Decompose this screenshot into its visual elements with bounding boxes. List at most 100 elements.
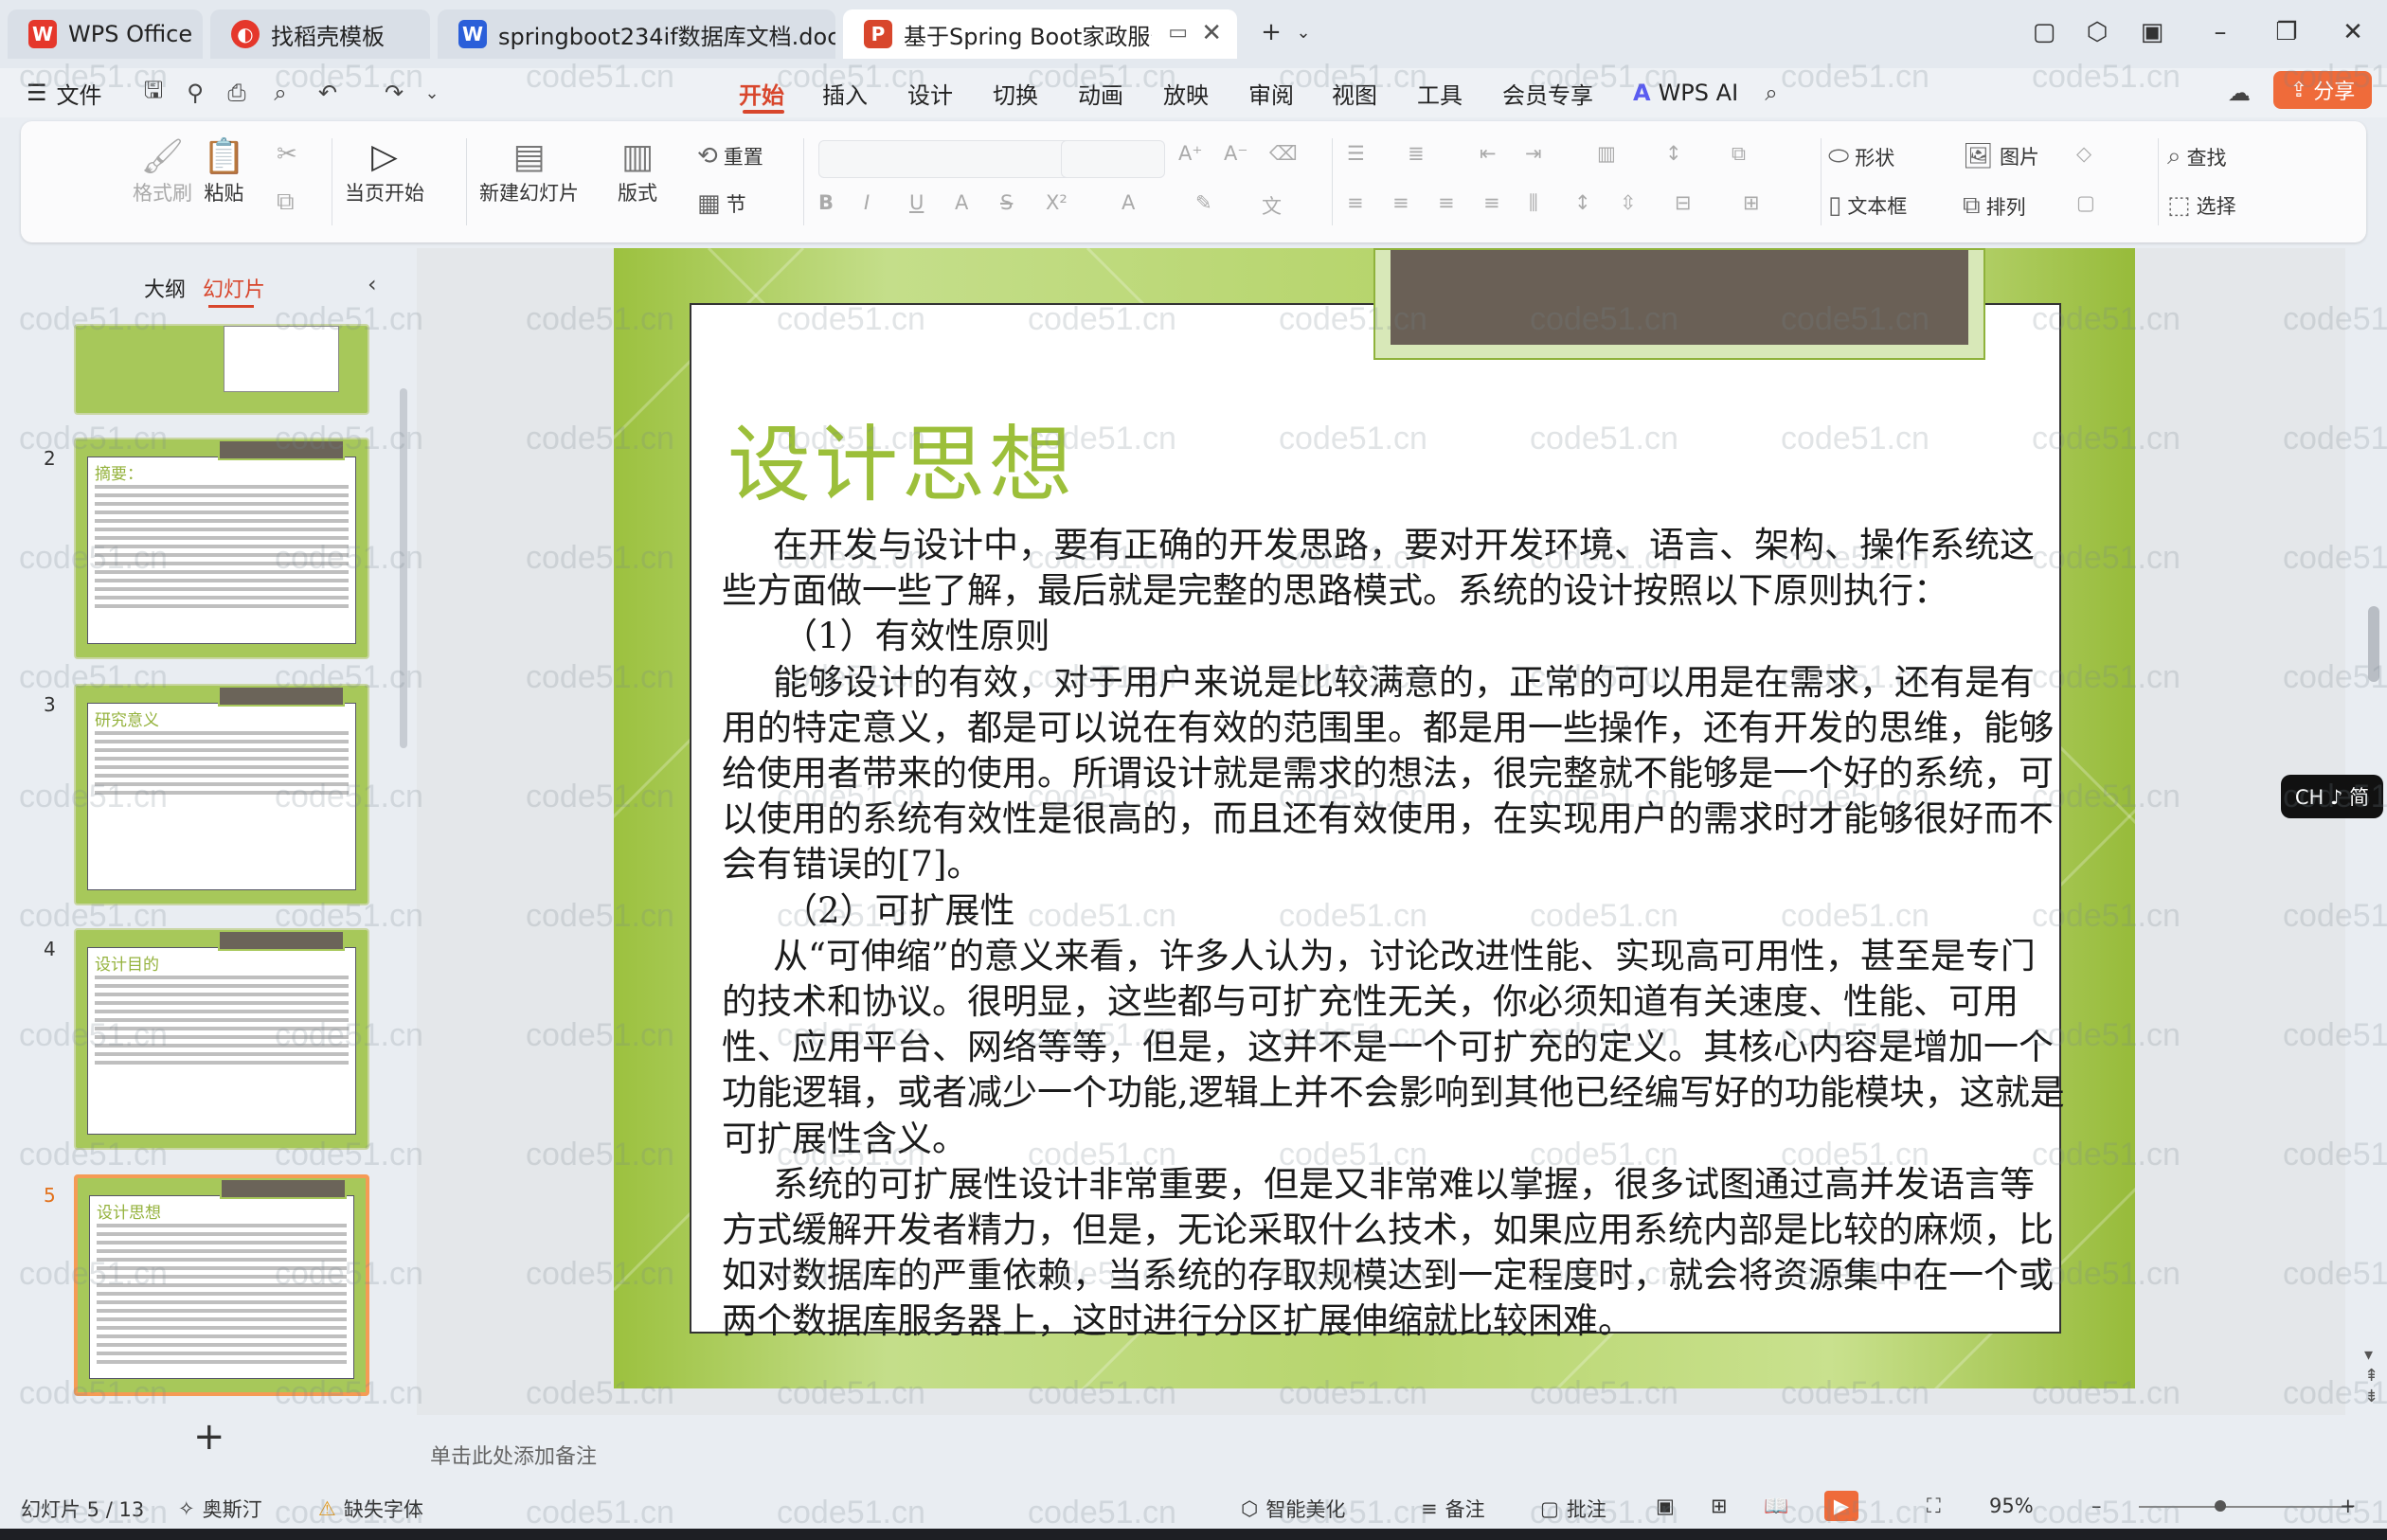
slide-thumbnail-4[interactable]: 设计目的	[74, 928, 369, 1150]
theme-name[interactable]: ✧ 奥斯汀	[178, 1495, 262, 1523]
italic-icon[interactable]: I	[864, 191, 870, 214]
canvas-scrollbar[interactable]	[2368, 606, 2379, 682]
avatar[interactable]: ▣	[2133, 13, 2171, 51]
paragraph-spacing-icon[interactable]: ⇳	[1620, 191, 1637, 214]
print-preview-icon[interactable]: ⌕	[265, 78, 296, 108]
zoom-in-icon[interactable]: +	[2340, 1495, 2357, 1517]
text-direction-icon[interactable]: ↕	[1665, 142, 1682, 165]
menu-slideshow[interactable]: 放映	[1163, 76, 1209, 110]
zoom-slider-handle[interactable]	[2215, 1500, 2226, 1512]
panel-scrollbar[interactable]	[400, 388, 407, 748]
font-size-select[interactable]	[1061, 140, 1165, 178]
search-icon[interactable]: ⌕	[1756, 78, 1786, 108]
menu-member[interactable]: 会员专享	[1502, 76, 1593, 110]
close-window-icon[interactable]: ✕	[2334, 13, 2372, 51]
highlight-icon[interactable]: ✎	[1195, 191, 1212, 214]
zoom-level[interactable]: 95%	[1989, 1495, 2034, 1517]
strikethrough-icon[interactable]: S	[1000, 191, 1013, 214]
text-fit-icon[interactable]: ⊞	[1743, 191, 1760, 214]
quick-access-chevron-icon[interactable]: ⌄	[417, 78, 447, 108]
select-button[interactable]: ⬚ 选择	[2167, 191, 2236, 220]
slideshow-play-icon[interactable]: ▶	[1824, 1491, 1858, 1521]
underline-icon[interactable]: U	[909, 191, 924, 214]
close-tab-icon[interactable]: ✕	[1201, 19, 1222, 47]
slide-thumbnail-3[interactable]: 研究意义	[74, 684, 369, 905]
decrease-font-icon[interactable]: A⁻	[1224, 142, 1247, 165]
shape-button[interactable]: ⬭ 形状	[1828, 142, 1894, 171]
monitor-icon[interactable]: ▭	[1168, 21, 1188, 45]
wps-ai-button[interactable]: A WPS AI	[1633, 76, 1738, 110]
align-right-icon[interactable]: ≡	[1438, 191, 1455, 214]
numbering-icon[interactable]: ≣	[1408, 142, 1425, 165]
text-columns-icon[interactable]: ▥	[1597, 142, 1616, 165]
zoom-out-icon[interactable]: –	[2091, 1495, 2102, 1517]
add-slide-button[interactable]: +	[193, 1415, 225, 1459]
maximize-icon[interactable]: ❐	[2268, 13, 2306, 51]
cut-button[interactable]: ✂	[277, 140, 303, 169]
redo-icon[interactable]: ↷	[379, 78, 409, 108]
bullets-icon[interactable]: ☰	[1347, 142, 1365, 165]
find-button[interactable]: ⌕ 查找	[2167, 142, 2227, 171]
menu-insert[interactable]: 插入	[822, 76, 868, 110]
collapse-panel-icon[interactable]: ‹	[368, 271, 377, 297]
decrease-indent-icon[interactable]: ⇤	[1480, 142, 1497, 165]
fit-window-icon[interactable]: ⛶	[1927, 1495, 1941, 1518]
picture-button[interactable]: 🖼 图片	[1963, 142, 2039, 170]
menu-design[interactable]: 设计	[907, 76, 953, 110]
play-from-current-button[interactable]: ▷ 当页开始	[345, 136, 424, 206]
justify-icon[interactable]: ≡	[1483, 191, 1500, 214]
notes-pane[interactable]: 单击此处添加备注	[417, 1421, 2345, 1477]
clear-format-icon[interactable]: ⌫	[1269, 142, 1298, 165]
copy-button[interactable]: ⧉	[277, 188, 300, 217]
tab-wps-office[interactable]: W WPS Office	[8, 9, 203, 59]
reading-view-icon[interactable]: 📖	[1764, 1495, 1788, 1518]
tab-springboot-doc[interactable]: W springboot234if数据库文档.doc	[438, 9, 835, 59]
fill-icon[interactable]: ◇	[2076, 142, 2091, 165]
minimize-icon[interactable]: –	[2201, 13, 2239, 51]
font-color-icon[interactable]: A	[1122, 191, 1135, 214]
slide-title[interactable]: 设计思想	[727, 398, 1076, 518]
print-icon[interactable]: ⎙	[222, 78, 252, 108]
menu-review[interactable]: 审阅	[1248, 76, 1294, 110]
menu-transition[interactable]: 切换	[993, 76, 1038, 110]
save-icon[interactable]: 🖫	[138, 77, 169, 108]
align-center-icon[interactable]: ≡	[1392, 191, 1409, 214]
grid-view-icon[interactable]: ⊞	[1711, 1495, 1728, 1517]
slide-thumbnail-5[interactable]: 设计思想	[74, 1174, 369, 1396]
increase-indent-icon[interactable]: ⇥	[1525, 142, 1542, 165]
arrange-button[interactable]: ⧉ 排列	[1963, 191, 2026, 221]
text-shadow-icon[interactable]: A	[955, 191, 968, 214]
share-link-icon[interactable]: ⚲	[180, 78, 210, 108]
section-button[interactable]: ▦ 节	[697, 189, 746, 218]
cube-icon[interactable]: ⬡	[2078, 13, 2116, 51]
file-menu[interactable]: ☰ 文件	[27, 76, 102, 110]
share-button[interactable]: ⇪ 分享	[2273, 71, 2372, 109]
align-left-icon[interactable]: ≡	[1347, 191, 1364, 214]
tab-docer-templates[interactable]: ◐ 找稻壳模板	[210, 9, 430, 59]
tab-outline[interactable]: 大纲	[144, 273, 186, 303]
vertical-align-icon[interactable]: ⊟	[1675, 191, 1692, 214]
convert-smartart-icon[interactable]: ⧉	[1732, 142, 1746, 166]
phonetic-icon[interactable]: 文	[1262, 191, 1282, 220]
slide-thumbnail-2[interactable]: 摘要：	[74, 438, 369, 659]
format-painter-button[interactable]: 🖌 格式刷	[133, 136, 192, 206]
comment-button[interactable]: ▢ 批注	[1540, 1495, 1606, 1523]
undo-icon[interactable]: ↶	[313, 78, 343, 108]
superscript-icon[interactable]: X²	[1046, 191, 1068, 214]
tab-ppt-active[interactable]: P 基于Spring Boot家政服务系 ▭ ✕	[843, 9, 1237, 59]
increase-font-icon[interactable]: A⁺	[1178, 142, 1202, 165]
distribute-icon[interactable]: ⫼	[1529, 191, 1538, 215]
reset-button[interactable]: ⟲ 重置	[697, 142, 763, 170]
font-family-select[interactable]	[818, 140, 1072, 178]
slide-body-text[interactable]: 在开发与设计中，要有正确的开发思路，要对开发环境、语言、架构、操作系统这些方面做…	[722, 523, 2067, 1345]
notes-toggle-button[interactable]: ≡ 备注	[1421, 1495, 1485, 1523]
layout-button[interactable]: ▥ 版式	[618, 136, 657, 206]
smart-beautify-button[interactable]: ⬡ 智能美化	[1241, 1495, 1345, 1523]
textbox-button[interactable]: ▯ 文本框	[1828, 191, 1907, 220]
slide-thumbnail-1[interactable]	[74, 324, 369, 415]
outline-icon[interactable]: ▢	[2076, 191, 2095, 214]
paste-button[interactable]: 📋 粘贴	[203, 136, 245, 206]
cloud-upload-icon[interactable]: ☁	[2224, 78, 2254, 108]
menu-view[interactable]: 视图	[1332, 76, 1377, 110]
scroll-page-arrows[interactable]: ▾ ⇞ ⇟	[2364, 1345, 2378, 1407]
